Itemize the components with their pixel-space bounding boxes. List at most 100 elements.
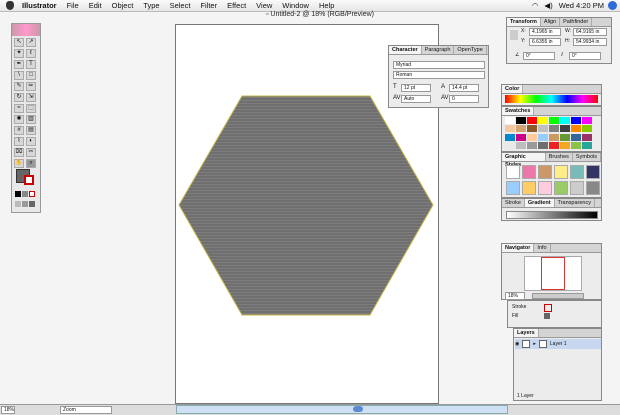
color-swatch[interactable] bbox=[505, 117, 515, 124]
pen-tool-icon[interactable]: ✒ bbox=[14, 60, 24, 69]
stroke-color-swatch[interactable] bbox=[24, 175, 34, 185]
style-thumb[interactable] bbox=[554, 181, 568, 195]
color-swatch[interactable] bbox=[560, 117, 570, 124]
w-field[interactable]: 64.9165 in bbox=[573, 28, 607, 36]
tab-align[interactable]: Align bbox=[541, 18, 561, 26]
style-thumb[interactable] bbox=[522, 181, 536, 195]
rectangle-tool-icon[interactable]: □ bbox=[26, 71, 36, 80]
apple-icon[interactable] bbox=[6, 1, 14, 10]
clock[interactable]: Wed 4:20 PM bbox=[559, 1, 604, 10]
menu-effect[interactable]: Effect bbox=[227, 1, 246, 10]
color-swatch[interactable] bbox=[505, 141, 515, 149]
appearance-stroke-swatch[interactable] bbox=[544, 304, 552, 312]
warp-tool-icon[interactable]: ≈ bbox=[14, 104, 24, 113]
color-swatch[interactable] bbox=[571, 133, 581, 141]
status-tool-select[interactable]: Zoom bbox=[60, 406, 112, 414]
eyedropper-tool-icon[interactable]: ⌇ bbox=[14, 137, 24, 146]
tab-gradient[interactable]: Gradient bbox=[524, 199, 555, 207]
color-swatch[interactable] bbox=[538, 141, 548, 149]
volume-icon[interactable]: ◀) bbox=[544, 1, 552, 10]
shear-field[interactable]: 0° bbox=[569, 52, 601, 60]
type-tool-icon[interactable]: T bbox=[26, 60, 36, 69]
tab-brushes[interactable]: Brushes bbox=[546, 153, 573, 161]
style-thumb[interactable] bbox=[506, 181, 520, 195]
menu-help[interactable]: Help bbox=[319, 1, 334, 10]
leading-field[interactable]: 14.4 pt bbox=[449, 84, 479, 92]
selection-tool-icon[interactable]: ↖ bbox=[14, 38, 24, 47]
rotate-tool-icon[interactable]: ↻ bbox=[14, 93, 24, 102]
magic-wand-tool-icon[interactable]: ✦ bbox=[14, 49, 24, 58]
color-swatch[interactable] bbox=[560, 125, 570, 133]
tab-color[interactable]: Color bbox=[502, 85, 524, 93]
rotate-field[interactable]: 0° bbox=[523, 52, 555, 60]
h-field[interactable]: 54.9934 in bbox=[573, 38, 607, 46]
navigator-zoom-slider[interactable] bbox=[532, 293, 584, 299]
zoom-level-field[interactable]: 18% bbox=[1, 406, 15, 414]
lasso-tool-icon[interactable]: ℓ bbox=[26, 49, 36, 58]
tab-pathfinder[interactable]: Pathfinder bbox=[560, 18, 593, 26]
free-transform-tool-icon[interactable]: ⬚ bbox=[26, 104, 36, 113]
gradient-slider[interactable] bbox=[506, 211, 598, 219]
tab-layers[interactable]: Layers bbox=[514, 329, 539, 337]
color-swatch[interactable] bbox=[527, 117, 537, 124]
menu-view[interactable]: View bbox=[256, 1, 272, 10]
color-swatch[interactable] bbox=[516, 133, 526, 141]
graph-tool-icon[interactable]: ▥ bbox=[26, 115, 36, 124]
kerning-field[interactable]: Auto bbox=[401, 95, 431, 103]
menu-file[interactable]: File bbox=[67, 1, 79, 10]
tab-paragraph[interactable]: Paragraph bbox=[422, 46, 455, 54]
mesh-tool-icon[interactable]: # bbox=[14, 126, 24, 135]
tab-navigator[interactable]: Navigator bbox=[502, 244, 535, 252]
menu-object[interactable]: Object bbox=[112, 1, 134, 10]
style-thumb[interactable] bbox=[506, 165, 520, 179]
color-swatch[interactable] bbox=[571, 117, 581, 124]
scale-tool-icon[interactable]: ⇲ bbox=[26, 93, 36, 102]
color-swatch[interactable] bbox=[571, 141, 581, 149]
wifi-icon[interactable]: ◠ bbox=[532, 1, 539, 10]
color-swatch[interactable] bbox=[538, 117, 548, 124]
x-field[interactable]: 4.1965 in bbox=[529, 28, 561, 36]
color-swatch[interactable] bbox=[527, 125, 537, 133]
color-swatch[interactable] bbox=[516, 125, 526, 133]
screen-mode-standard-icon[interactable] bbox=[15, 201, 21, 207]
color-swatch[interactable] bbox=[549, 133, 559, 141]
menu-window[interactable]: Window bbox=[282, 1, 309, 10]
expand-triangle-icon[interactable]: ▸ bbox=[533, 341, 536, 347]
color-swatch[interactable] bbox=[560, 133, 570, 141]
blend-tool-icon[interactable]: ◐ bbox=[26, 137, 36, 146]
screen-mode-full-menu-icon[interactable] bbox=[22, 201, 28, 207]
color-swatch[interactable] bbox=[505, 133, 515, 141]
color-swatch[interactable] bbox=[516, 117, 526, 124]
tab-character[interactable]: Character bbox=[389, 46, 422, 54]
color-swatch[interactable] bbox=[571, 125, 581, 133]
pencil-tool-icon[interactable]: ✏ bbox=[26, 82, 36, 91]
paintbrush-tool-icon[interactable]: ✎ bbox=[14, 82, 24, 91]
color-swatch[interactable] bbox=[527, 141, 537, 149]
color-swatch[interactable] bbox=[560, 141, 570, 149]
style-thumb[interactable] bbox=[554, 165, 568, 179]
layer-row[interactable]: ◉ ▸ Layer 1 bbox=[515, 339, 601, 349]
color-swatch[interactable] bbox=[582, 125, 592, 133]
zoom-tool-icon[interactable]: ⌕ bbox=[26, 159, 36, 168]
menu-filter[interactable]: Filter bbox=[200, 1, 217, 10]
navigator-view-box[interactable] bbox=[541, 257, 565, 290]
color-swatch[interactable] bbox=[582, 141, 592, 149]
tab-symbols[interactable]: Symbols bbox=[573, 153, 601, 161]
direct-selection-tool-icon[interactable]: ↗ bbox=[26, 38, 36, 47]
color-swatch[interactable] bbox=[527, 133, 537, 141]
color-mode-icon[interactable] bbox=[15, 191, 21, 197]
slice-tool-icon[interactable]: ⌧ bbox=[14, 148, 24, 157]
color-spectrum-ramp[interactable] bbox=[505, 95, 598, 103]
font-style-select[interactable]: Roman bbox=[393, 71, 485, 79]
tab-swatches[interactable]: Swatches bbox=[502, 107, 535, 115]
tab-stroke[interactable]: Stroke bbox=[502, 199, 525, 207]
style-thumb[interactable] bbox=[570, 165, 584, 179]
lock-toggle[interactable] bbox=[522, 340, 531, 348]
app-menu[interactable]: Illustrator bbox=[22, 1, 57, 10]
scroll-thumb[interactable] bbox=[353, 406, 363, 412]
tab-transform[interactable]: Transform bbox=[507, 18, 541, 26]
scissors-tool-icon[interactable]: ✂ bbox=[26, 148, 36, 157]
navigator-zoom-field[interactable]: 18% bbox=[505, 292, 525, 300]
style-thumb[interactable] bbox=[570, 181, 584, 195]
style-thumb[interactable] bbox=[538, 181, 552, 195]
